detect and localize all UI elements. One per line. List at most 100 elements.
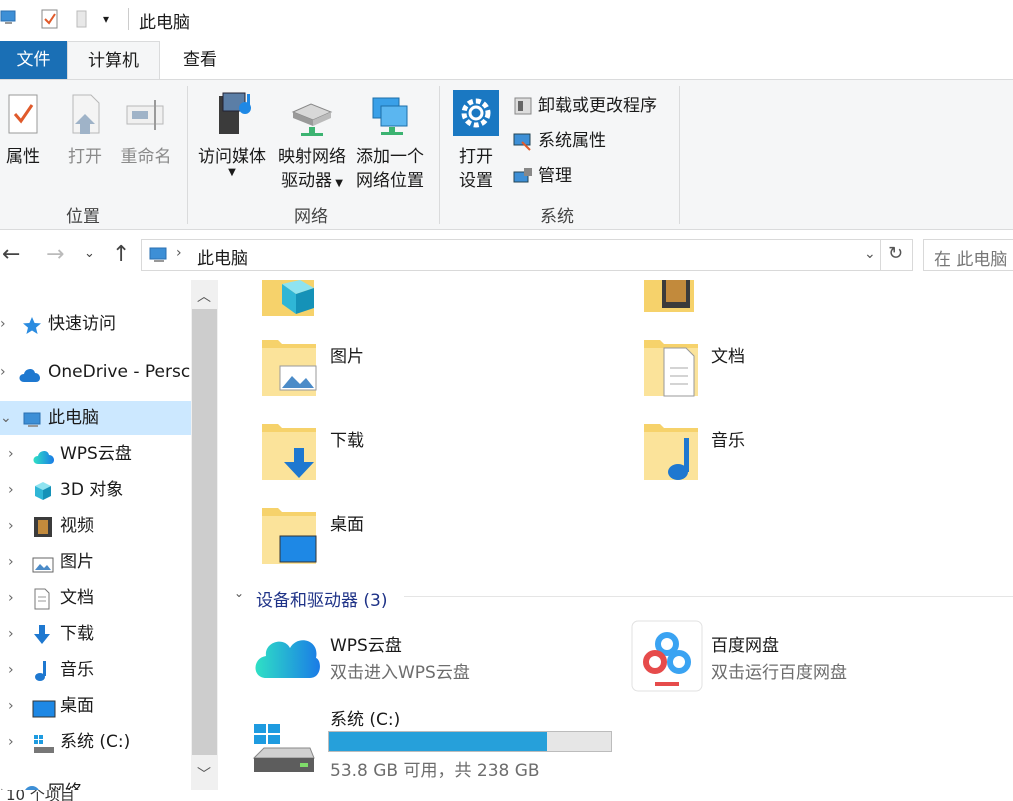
back-arrow-icon[interactable]: ←: [2, 242, 20, 267]
navpane-scrollbar[interactable]: ︿ ﹀: [191, 280, 218, 790]
add-network-location-button[interactable]: 添加一个 网络位置: [352, 90, 428, 193]
desktop-folder-icon[interactable]: [260, 506, 320, 575]
breadcrumb-chevron-icon[interactable]: ›: [176, 245, 182, 261]
downloads-folder-icon[interactable]: [260, 422, 320, 491]
tab-view[interactable]: 查看: [168, 41, 232, 79]
sidebar-item-11[interactable]: › 系统 (C:): [0, 725, 191, 759]
sidebar-item-label: 文档: [60, 588, 94, 608]
expanded-chevron-icon[interactable]: ⌄: [0, 401, 12, 435]
sidebar-item-label: OneDrive - Persc: [48, 362, 191, 382]
sidebar-item-label: 图片: [60, 552, 94, 572]
scroll-down-icon[interactable]: ﹀: [197, 764, 211, 784]
sidebar-item-3[interactable]: › WPS云盘: [0, 437, 191, 471]
access-media-button[interactable]: 访问媒体 ▼: [194, 90, 270, 178]
folder-label[interactable]: 桌面: [330, 510, 364, 535]
scroll-thumb[interactable]: [192, 309, 217, 755]
music-folder-icon[interactable]: [642, 422, 702, 491]
sidebar-item-1[interactable]: › OneDrive - Persc: [0, 355, 191, 389]
expand-chevron-icon[interactable]: ›: [0, 307, 6, 341]
search-placeholder: 在 此电脑: [934, 250, 1008, 270]
location-group-label: 位置: [66, 207, 100, 227]
folder-label[interactable]: 下载: [330, 426, 364, 451]
sidebar-item-label: 3D 对象: [60, 480, 124, 500]
network-group-label: 网络: [294, 207, 328, 227]
refresh-icon[interactable]: ↻: [888, 243, 903, 264]
documents-folder-icon[interactable]: [642, 338, 702, 407]
rename-button[interactable]: 重命名: [116, 92, 176, 169]
navigation-bar: ← → ⌄ ↑ › 此电脑 ⌄ ↻ 在 此电脑: [0, 232, 1013, 278]
uninstall-button[interactable]: 卸载或更改程序: [512, 92, 657, 120]
expand-chevron-icon[interactable]: ›: [8, 581, 14, 615]
uninstall-icon: [512, 96, 538, 116]
ribbon-separator: [439, 86, 440, 224]
sidebar-item-8[interactable]: › 下载: [0, 617, 191, 651]
forward-arrow-icon[interactable]: →: [46, 242, 64, 267]
sidebar-item-label: 快速访问: [48, 314, 116, 334]
expand-chevron-icon[interactable]: ›: [8, 437, 14, 471]
system-drive-icon[interactable]: [252, 724, 316, 781]
folder-label[interactable]: 文档: [711, 342, 745, 367]
address-separator: [880, 240, 881, 270]
cloud-icon: [18, 362, 42, 396]
open-icon: [65, 94, 105, 143]
folder-label[interactable]: 图片: [330, 342, 364, 367]
sidebar-item-label: 桌面: [60, 696, 94, 716]
sidebar-item-0[interactable]: › 快速访问: [0, 307, 191, 341]
c-drive-usage-bar: [328, 731, 612, 752]
expand-chevron-icon[interactable]: ›: [0, 355, 6, 389]
system-properties-button[interactable]: 系统属性: [512, 127, 606, 155]
search-box[interactable]: 在 此电脑: [923, 239, 1013, 271]
customize-dropdown-icon[interactable]: ▾: [103, 12, 109, 26]
access-media-label: 访问媒体: [198, 147, 266, 167]
sidebar-item-4[interactable]: › 3D 对象: [0, 473, 191, 507]
map-drive-label-1: 映射网络: [278, 147, 346, 167]
properties-label: 属性: [6, 147, 40, 167]
wps-cloud-icon[interactable]: [250, 626, 322, 689]
address-bar[interactable]: › 此电脑 ⌄ ↻: [141, 239, 913, 271]
expand-chevron-icon[interactable]: ›: [8, 617, 14, 651]
tab-computer[interactable]: 计算机: [67, 41, 160, 80]
tab-file[interactable]: 文件: [0, 41, 67, 79]
expand-chevron-icon[interactable]: ›: [8, 509, 14, 543]
navigation-pane: › 快速访问 › OneDrive - Persc ⌄ 此电脑 › WPS云盘 › 3D 对象 › 视…: [0, 280, 218, 801]
map-network-drive-button[interactable]: 映射网络 驱动器 ▼: [274, 90, 350, 196]
open-settings-button[interactable]: 打开 设置: [448, 90, 504, 193]
sidebar-item-5[interactable]: › 视频: [0, 509, 191, 543]
scroll-up-icon[interactable]: ︿: [197, 286, 211, 306]
up-arrow-icon[interactable]: ↑: [112, 242, 130, 267]
3d-objects-folder-icon[interactable]: [260, 280, 318, 325]
section-collapse-chevron-icon[interactable]: ⌄: [234, 586, 244, 600]
recent-locations-chevron-icon[interactable]: ⌄: [84, 246, 95, 261]
new-folder-quick-icon[interactable]: [74, 9, 92, 34]
expand-chevron-icon[interactable]: ›: [8, 653, 14, 687]
manage-icon: [512, 166, 538, 186]
wps-drive-name[interactable]: WPS云盘: [330, 631, 402, 656]
properties-quick-icon[interactable]: [40, 9, 60, 34]
videos-folder-icon[interactable]: [642, 280, 700, 321]
expand-chevron-icon[interactable]: ›: [8, 689, 14, 723]
open-button[interactable]: 打开: [62, 92, 108, 169]
window-title: 此电脑: [139, 13, 190, 33]
expand-chevron-icon[interactable]: ›: [8, 725, 14, 759]
baidu-drive-name[interactable]: 百度网盘: [711, 631, 779, 656]
pictures-folder-icon[interactable]: [260, 338, 320, 407]
devices-section-header[interactable]: 设备和驱动器 (3): [256, 586, 387, 611]
properties-button[interactable]: 属性: [2, 92, 44, 169]
sidebar-item-6[interactable]: › 图片: [0, 545, 191, 579]
baidu-netdisk-icon[interactable]: [631, 620, 703, 697]
c-drive-name[interactable]: 系统 (C:): [330, 705, 400, 730]
breadcrumb[interactable]: 此电脑: [197, 244, 248, 269]
address-dropdown-icon[interactable]: ⌄: [864, 246, 876, 262]
sidebar-item-label: 下载: [60, 624, 94, 644]
folder-label[interactable]: 音乐: [711, 426, 745, 451]
add-network-location-icon: [365, 97, 415, 143]
expand-chevron-icon[interactable]: ›: [8, 473, 14, 507]
sidebar-item-9[interactable]: › 音乐: [0, 653, 191, 687]
sidebar-item-7[interactable]: › 文档: [0, 581, 191, 615]
manage-button[interactable]: 管理: [512, 162, 572, 190]
sidebar-item-10[interactable]: › 桌面: [0, 689, 191, 723]
open-label: 打开: [68, 147, 102, 167]
access-media-dropdown-icon[interactable]: ▼: [194, 168, 270, 178]
expand-chevron-icon[interactable]: ›: [8, 545, 14, 579]
sidebar-item-2[interactable]: ⌄ 此电脑: [0, 401, 191, 435]
